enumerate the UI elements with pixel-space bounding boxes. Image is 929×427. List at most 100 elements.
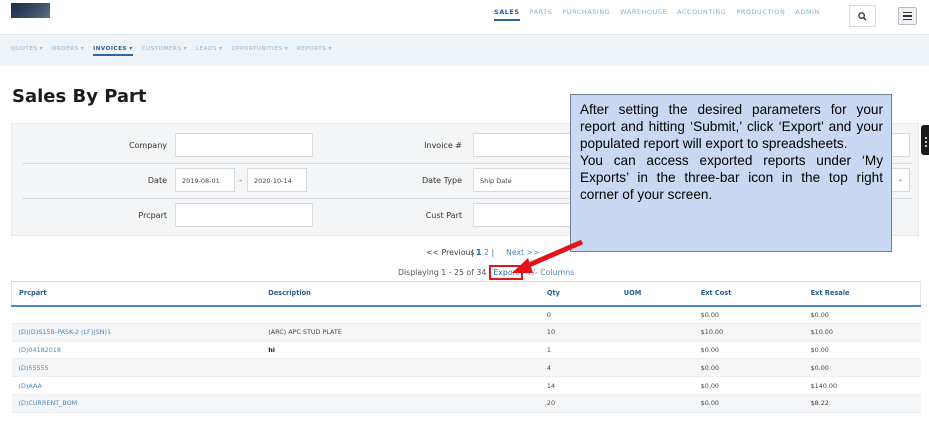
results-table: Prcpart Description Qty UOM Ext Cost Ext… bbox=[11, 281, 921, 413]
cell-description bbox=[261, 394, 540, 413]
table-row: (D)04182018 hi 1 $0.00 $0.00 bbox=[11, 341, 921, 360]
date-separator: - bbox=[239, 176, 242, 185]
col-uom[interactable]: UOM bbox=[616, 281, 694, 307]
cell-description bbox=[261, 305, 540, 324]
cell-prcpart[interactable]: (D)04182018 bbox=[11, 341, 262, 360]
cell-uom bbox=[616, 341, 694, 360]
subnav-reports[interactable]: REPORTS ▾ bbox=[297, 46, 332, 56]
table-header-row: Prcpart Description Qty UOM Ext Cost Ext… bbox=[11, 281, 921, 307]
cell-ext-resale: $8.22 bbox=[803, 394, 921, 413]
cell-prcpart[interactable] bbox=[11, 305, 262, 324]
cell-ext-resale: $0.00 bbox=[803, 358, 921, 378]
page-1[interactable]: 1 bbox=[476, 248, 481, 257]
instruction-callout: After setting the desired parameters for… bbox=[570, 94, 892, 252]
cell-qty: 10 bbox=[539, 323, 617, 342]
main-nav: SALES PARTS PURCHASING WAREHOUSE ACCOUNT… bbox=[494, 8, 830, 21]
cell-description bbox=[261, 376, 540, 395]
nav-sales[interactable]: SALES bbox=[494, 8, 520, 21]
cell-ext-cost: $0.00 bbox=[693, 341, 804, 360]
cell-qty: 20 bbox=[539, 394, 617, 413]
table-row: (D)AAA 14 $0.00 $140.00 bbox=[11, 376, 921, 395]
company-label: Company bbox=[128, 141, 167, 150]
cell-qty: 14 bbox=[539, 376, 617, 395]
export-link[interactable]: Export bbox=[489, 265, 523, 280]
col-qty[interactable]: Qty bbox=[539, 281, 617, 307]
cell-ext-resale: $140.00 bbox=[803, 376, 921, 395]
cell-ext-cost: $10.00 bbox=[693, 323, 804, 342]
cell-description bbox=[261, 358, 540, 378]
dot bbox=[925, 145, 927, 147]
cell-qty: 1 bbox=[539, 341, 617, 360]
sub-nav: QUOTES ▾ ORDERS ▾ INVOICES ▾ CUSTOMERS ▾… bbox=[0, 34, 929, 66]
cell-prcpart[interactable]: (D)CURRENT_BOM bbox=[11, 394, 262, 413]
page-separator: | bbox=[491, 248, 495, 257]
date-type-label: Date Type bbox=[421, 176, 462, 185]
prcpart-label: Prcpart bbox=[138, 211, 167, 220]
next-link[interactable]: Next >> bbox=[506, 248, 540, 257]
menu-icon-bar bbox=[903, 11, 912, 14]
cell-uom bbox=[616, 305, 694, 324]
cell-uom bbox=[616, 394, 694, 413]
search-button[interactable] bbox=[849, 5, 876, 27]
cell-qty: 0 bbox=[539, 305, 617, 324]
company-field[interactable] bbox=[175, 133, 313, 157]
nav-purchasing[interactable]: PURCHASING bbox=[562, 8, 610, 21]
cell-description: hi bbox=[261, 341, 540, 360]
subnav-orders[interactable]: ORDERS ▾ bbox=[52, 46, 84, 56]
cell-ext-resale: $0.00 bbox=[803, 341, 921, 360]
date-to-field[interactable]: 2020-10-14 bbox=[247, 168, 307, 192]
menu-icon-bar bbox=[903, 18, 912, 21]
table-row: (D)CURRENT_BOM 20 $0.00 $8.22 bbox=[11, 394, 921, 413]
company-logo[interactable] bbox=[11, 3, 50, 18]
chevron-down-icon: ⌄ bbox=[897, 175, 903, 183]
menu-button[interactable] bbox=[898, 7, 917, 25]
cell-uom bbox=[616, 376, 694, 395]
page-2[interactable]: 2 bbox=[484, 248, 489, 257]
nav-parts[interactable]: PARTS bbox=[530, 8, 553, 21]
cell-ext-cost: $0.00 bbox=[693, 394, 804, 413]
callout-text-1: After setting the desired parameters for… bbox=[580, 102, 883, 151]
cell-ext-cost: $0.00 bbox=[693, 376, 804, 395]
cell-prcpart[interactable]: (D)(D)S15B-PASK-2 (LF)(SN)1 bbox=[11, 323, 262, 342]
cust-part-label: Cust Part bbox=[425, 211, 462, 220]
page-separator: | bbox=[471, 248, 474, 257]
table-row: (D)55555 4 $0.00 $0.00 bbox=[11, 358, 921, 378]
nav-admin[interactable]: ADMIN bbox=[795, 8, 819, 21]
prcpart-field[interactable] bbox=[175, 203, 313, 227]
cell-prcpart[interactable]: (D)55555 bbox=[11, 358, 262, 378]
search-icon bbox=[858, 11, 867, 21]
subnav-customers[interactable]: CUSTOMERS ▾ bbox=[142, 46, 187, 56]
cell-ext-resale: $10.00 bbox=[803, 323, 921, 342]
displaying-count: Displaying 1 - 25 of 34 bbox=[398, 268, 487, 277]
col-ext-cost[interactable]: Ext Cost bbox=[693, 281, 804, 307]
cell-description: (ARC) APC STUD PLATE bbox=[261, 323, 540, 342]
nav-production[interactable]: PRODUCTION bbox=[736, 8, 785, 21]
cell-prcpart[interactable]: (D)AAA bbox=[11, 376, 262, 395]
nav-accounting[interactable]: ACCOUNTING bbox=[677, 8, 726, 21]
page-title: Sales By Part bbox=[12, 86, 147, 107]
cell-uom bbox=[616, 323, 694, 342]
page-numbers: | 1 2 | bbox=[471, 248, 494, 257]
subnav-quotes[interactable]: QUOTES ▾ bbox=[11, 46, 43, 56]
nav-warehouse[interactable]: WAREHOUSE bbox=[620, 8, 667, 21]
previous-link[interactable]: << Previous bbox=[426, 248, 475, 257]
col-prcpart[interactable]: Prcpart bbox=[11, 281, 262, 307]
invoice-label: Invoice # bbox=[424, 141, 462, 150]
dot bbox=[925, 141, 927, 143]
col-description[interactable]: Description bbox=[261, 281, 540, 307]
date-label: Date bbox=[147, 176, 167, 185]
result-summary: Displaying 1 - 25 of 34 Export +/- Columns bbox=[398, 265, 574, 280]
menu-icon-bar bbox=[903, 15, 912, 17]
table-row: (D)(D)S15B-PASK-2 (LF)(SN)1 (ARC) APC ST… bbox=[11, 323, 921, 342]
columns-toggle[interactable]: +/- Columns bbox=[526, 268, 574, 277]
callout-text-2: You can access exported reports under ‘M… bbox=[580, 153, 883, 202]
subnav-opportunities[interactable]: OPPORTUNITIES ▾ bbox=[231, 46, 288, 56]
side-tab[interactable] bbox=[921, 125, 929, 155]
cell-uom bbox=[616, 358, 694, 378]
cell-ext-resale: $0.00 bbox=[803, 305, 921, 324]
date-from-field[interactable]: 2019-08-01 bbox=[175, 168, 235, 192]
subnav-invoices[interactable]: INVOICES ▾ bbox=[93, 46, 133, 56]
cell-ext-cost: $0.00 bbox=[693, 358, 804, 378]
col-ext-resale[interactable]: Ext Resale bbox=[803, 281, 921, 307]
subnav-leads[interactable]: LEADS ▾ bbox=[196, 46, 222, 56]
